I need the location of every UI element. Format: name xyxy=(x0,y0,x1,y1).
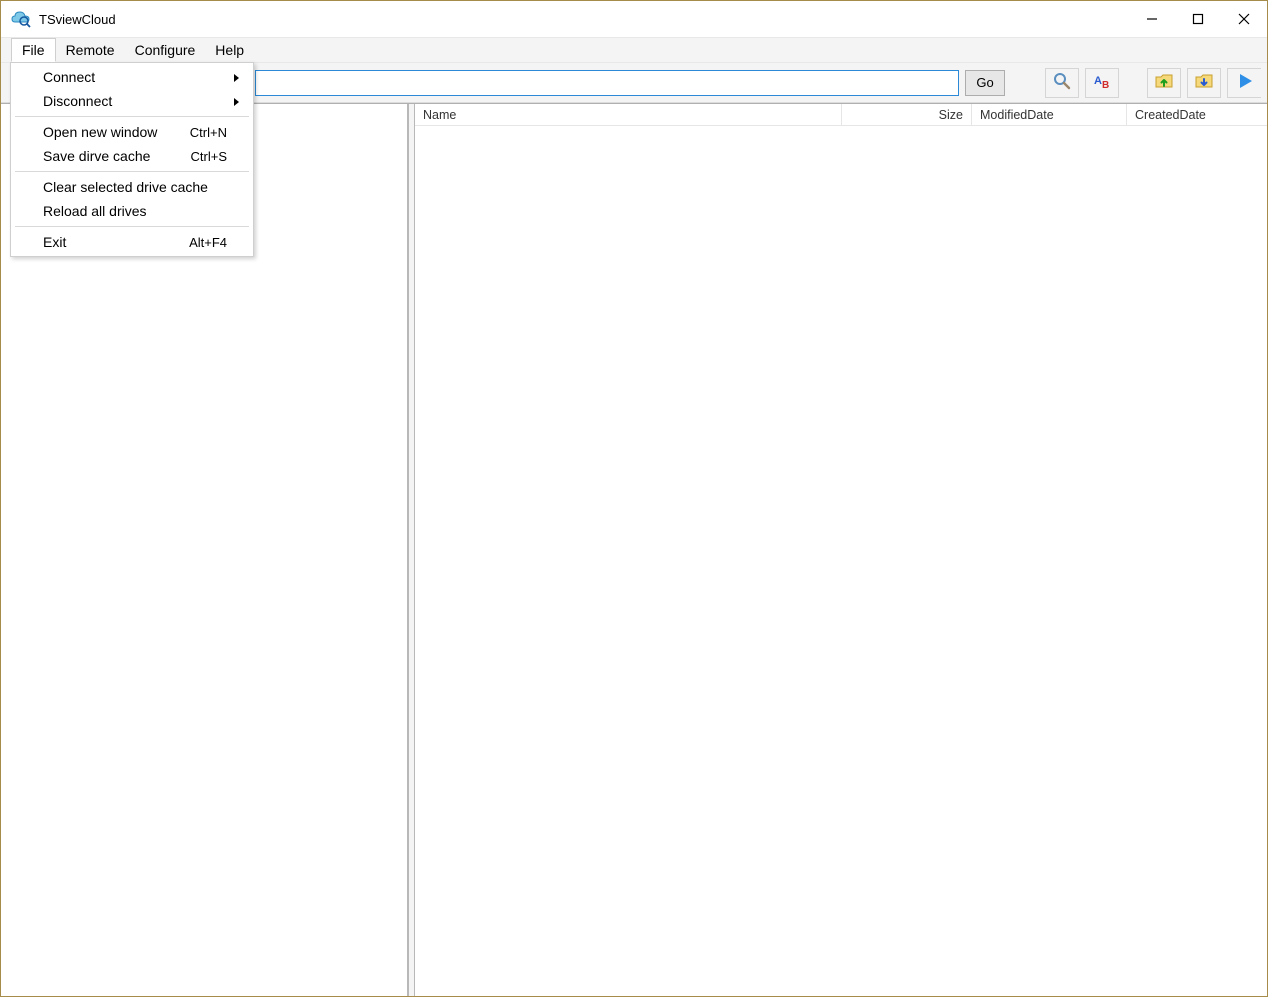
search-icon xyxy=(1052,71,1072,94)
svg-text:B: B xyxy=(1102,80,1109,91)
go-button-label: Go xyxy=(976,75,993,90)
chevron-right-icon xyxy=(233,69,241,85)
ab-button[interactable]: AB xyxy=(1085,68,1119,98)
menu-clear-cache[interactable]: Clear selected drive cache xyxy=(13,175,251,199)
menu-save-drive-cache-shortcut: Ctrl+S xyxy=(191,149,227,164)
menu-exit[interactable]: Exit Alt+F4 xyxy=(13,230,251,254)
play-button[interactable] xyxy=(1227,68,1261,98)
menu-open-new-window[interactable]: Open new window Ctrl+N xyxy=(13,120,251,144)
menu-open-new-window-label: Open new window xyxy=(43,124,157,140)
chevron-right-icon xyxy=(233,93,241,109)
search-button[interactable] xyxy=(1045,68,1079,98)
menu-disconnect-label: Disconnect xyxy=(43,93,112,109)
menu-reload-drives-label: Reload all drives xyxy=(43,203,147,219)
download-icon xyxy=(1194,71,1214,94)
menu-connect[interactable]: Connect xyxy=(13,65,251,89)
upload-icon xyxy=(1154,71,1174,94)
file-list[interactable] xyxy=(415,126,1267,996)
column-name-label: Name xyxy=(423,108,456,122)
window-title: TSviewCloud xyxy=(39,12,116,27)
menu-separator xyxy=(15,116,249,117)
menu-file-label: File xyxy=(22,42,45,58)
list-pane: Name Size ModifiedDate CreatedDate xyxy=(415,104,1267,996)
column-headers: Name Size ModifiedDate CreatedDate xyxy=(415,104,1267,126)
titlebar: TSviewCloud xyxy=(1,1,1267,37)
column-modified-label: ModifiedDate xyxy=(980,108,1054,122)
menu-file[interactable]: File xyxy=(11,38,56,62)
menu-configure[interactable]: Configure xyxy=(125,38,206,62)
column-modified[interactable]: ModifiedDate xyxy=(972,104,1127,125)
menu-reload-drives[interactable]: Reload all drives xyxy=(13,199,251,223)
menu-save-drive-cache-label: Save dirve cache xyxy=(43,148,150,164)
column-created-label: CreatedDate xyxy=(1135,108,1206,122)
download-button[interactable] xyxy=(1187,68,1221,98)
path-input[interactable] xyxy=(255,70,959,96)
menu-separator xyxy=(15,171,249,172)
menu-exit-shortcut: Alt+F4 xyxy=(189,235,227,250)
minimize-button[interactable] xyxy=(1129,1,1175,37)
menu-exit-label: Exit xyxy=(43,234,66,250)
menu-help-label: Help xyxy=(215,42,244,58)
menu-remote[interactable]: Remote xyxy=(56,38,125,62)
maximize-button[interactable] xyxy=(1175,1,1221,37)
go-button[interactable]: Go xyxy=(965,70,1005,96)
menu-connect-label: Connect xyxy=(43,69,95,85)
column-created[interactable]: CreatedDate xyxy=(1127,104,1267,125)
menu-open-new-window-shortcut: Ctrl+N xyxy=(190,125,227,140)
menu-help[interactable]: Help xyxy=(205,38,254,62)
column-name[interactable]: Name xyxy=(415,104,842,125)
file-dropdown: Connect Disconnect Open new window Ctrl+… xyxy=(10,62,254,257)
svg-text:A: A xyxy=(1094,75,1102,87)
play-icon xyxy=(1235,71,1255,94)
upload-button[interactable] xyxy=(1147,68,1181,98)
menu-configure-label: Configure xyxy=(135,42,196,58)
menubar: File Remote Configure Help xyxy=(1,37,1267,63)
menu-disconnect[interactable]: Disconnect xyxy=(13,89,251,113)
menu-remote-label: Remote xyxy=(66,42,115,58)
menu-clear-cache-label: Clear selected drive cache xyxy=(43,179,208,195)
app-icon xyxy=(11,9,31,29)
column-size-label: Size xyxy=(939,108,963,122)
menu-save-drive-cache[interactable]: Save dirve cache Ctrl+S xyxy=(13,144,251,168)
column-size[interactable]: Size xyxy=(842,104,972,125)
ab-icon: AB xyxy=(1092,71,1112,94)
close-button[interactable] xyxy=(1221,1,1267,37)
menu-separator xyxy=(15,226,249,227)
